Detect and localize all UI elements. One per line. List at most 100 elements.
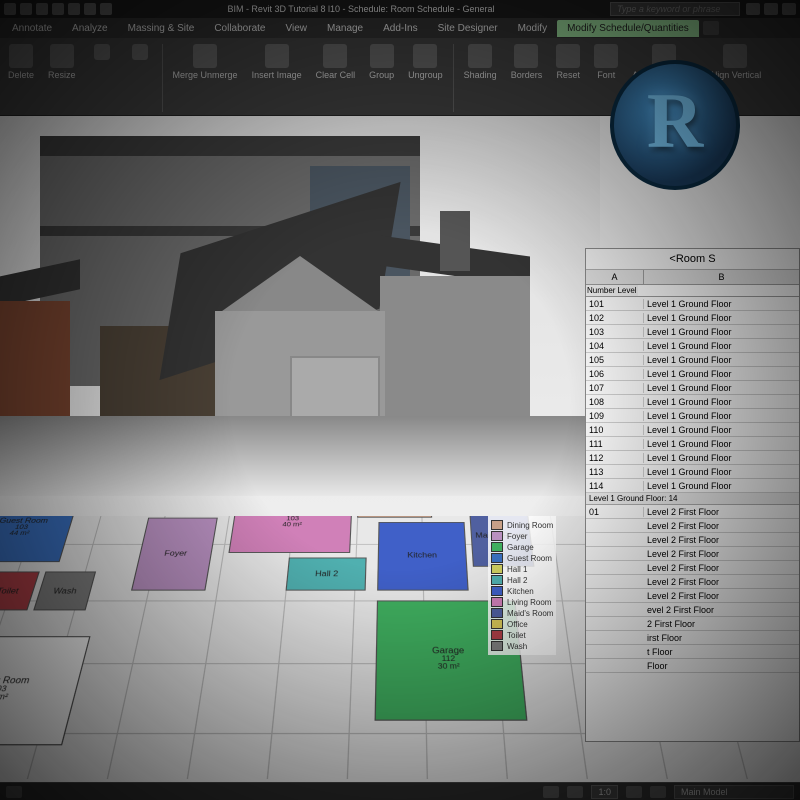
legend-item: Foyer	[491, 531, 553, 541]
insert-image-button[interactable]: Insert Image	[246, 42, 308, 82]
schedule-rows: 101Level 1 Ground Floor102Level 1 Ground…	[586, 297, 799, 673]
legend-item: Maid's Room	[491, 608, 553, 618]
search-input[interactable]	[610, 2, 740, 16]
font-icon	[594, 44, 618, 68]
schedule-row[interactable]: 102Level 1 Ground Floor	[586, 311, 799, 325]
delete-button[interactable]: Delete	[2, 42, 40, 82]
qat-icon[interactable]	[20, 3, 32, 15]
tab-analyze[interactable]: Analyze	[62, 20, 118, 37]
clear-cell-button[interactable]: Clear Cell	[310, 42, 362, 82]
schedule-row[interactable]: 108Level 1 Ground Floor	[586, 395, 799, 409]
model-icon[interactable]	[650, 786, 666, 798]
legend-item: Dining Room	[491, 520, 553, 530]
schedule-row[interactable]: 109Level 1 Ground Floor	[586, 409, 799, 423]
schedule-row[interactable]: Level 2 First Floor	[586, 561, 799, 575]
viewport[interactable]: Guest Room10344 m²OfficeToiletWashFoyerL…	[0, 116, 800, 782]
schedule-row[interactable]: 106Level 1 Ground Floor	[586, 367, 799, 381]
unhide-icon	[132, 44, 148, 60]
ribbon-separator	[453, 44, 454, 112]
tab-modify-schedule[interactable]: Modify Schedule/Quantities	[557, 20, 699, 37]
schedule-row[interactable]: 111Level 1 Ground Floor	[586, 437, 799, 451]
editable-only-icon[interactable]	[567, 786, 583, 798]
schedule-row[interactable]: 01Level 2 First Floor	[586, 505, 799, 519]
schedule-header: Number Level	[586, 285, 799, 297]
schedule-row[interactable]: evel 2 First Floor	[586, 603, 799, 617]
merge-unmerge-button[interactable]: Merge Unmerge	[167, 42, 244, 82]
schedule-row[interactable]: 103Level 1 Ground Floor	[586, 325, 799, 339]
legend-item: Living Room	[491, 597, 553, 607]
title-bar: BIM - Revit 3D Tutorial 8 l10 - Schedule…	[0, 0, 800, 18]
qat-icon[interactable]	[36, 3, 48, 15]
tab-overflow-icon[interactable]	[703, 21, 719, 35]
title-right-icons	[746, 3, 796, 15]
ribbon-tabs: Annotate Analyze Massing & Site Collabor…	[0, 18, 800, 38]
worksets-icon[interactable]	[543, 786, 559, 798]
qat-icon[interactable]	[68, 3, 80, 15]
quick-access-toolbar	[4, 3, 112, 15]
tab-view[interactable]: View	[275, 20, 317, 37]
hide-button[interactable]	[84, 42, 120, 62]
shading-icon	[468, 44, 492, 68]
schedule-row[interactable]: Level 2 First Floor	[586, 575, 799, 589]
schedule-row[interactable]: Level 2 First Floor	[586, 547, 799, 561]
reset-button[interactable]: Reset	[550, 42, 586, 82]
room-wash[interactable]: Wash	[33, 571, 96, 610]
tab-collaborate[interactable]: Collaborate	[204, 20, 275, 37]
signin-icon[interactable]	[764, 3, 778, 15]
legend-item: Garage	[491, 542, 553, 552]
room-hall-2[interactable]: Hall 2	[286, 558, 367, 591]
room-kitchen[interactable]: Kitchen	[377, 522, 469, 591]
schedule-row[interactable]: t Floor	[586, 645, 799, 659]
schedule-row[interactable]: 114Level 1 Ground Floor	[586, 479, 799, 493]
schedule-header-letters: A B	[586, 270, 799, 285]
infocenter-icon[interactable]	[746, 3, 760, 15]
schedule-row[interactable]: 104Level 1 Ground Floor	[586, 339, 799, 353]
schedule-row[interactable]: 2 First Floor	[586, 617, 799, 631]
tab-addins[interactable]: Add-Ins	[373, 20, 427, 37]
qat-icon[interactable]	[52, 3, 64, 15]
schedule-row[interactable]: Floor	[586, 659, 799, 673]
reset-icon	[556, 44, 580, 68]
legend-item: Hall 2	[491, 575, 553, 585]
legend-item: Kitchen	[491, 586, 553, 596]
scale-field[interactable]: 1:0	[591, 785, 618, 799]
help-icon[interactable]	[782, 3, 796, 15]
tab-manage[interactable]: Manage	[317, 20, 373, 37]
tab-massing-site[interactable]: Massing & Site	[118, 20, 205, 37]
group-button[interactable]: Group	[363, 42, 400, 82]
schedule-panel[interactable]: <Room S A B Number Level 101Level 1 Grou…	[585, 248, 800, 742]
clear-icon	[323, 44, 347, 68]
schedule-row[interactable]: Level 2 First Floor	[586, 533, 799, 547]
align-v-icon	[723, 44, 747, 68]
schedule-row[interactable]: 105Level 1 Ground Floor	[586, 353, 799, 367]
filter-icon[interactable]	[626, 786, 642, 798]
col-a-letter[interactable]: A	[586, 270, 644, 284]
schedule-row[interactable]: 113Level 1 Ground Floor	[586, 465, 799, 479]
status-icon[interactable]	[6, 786, 22, 798]
schedule-row[interactable]: 112Level 1 Ground Floor	[586, 451, 799, 465]
font-button[interactable]: Font	[588, 42, 624, 82]
tab-modify[interactable]: Modify	[508, 20, 557, 37]
schedule-row[interactable]: Level 2 First Floor	[586, 519, 799, 533]
tab-annotate[interactable]: Annotate	[2, 20, 62, 37]
qat-icon[interactable]	[100, 3, 112, 15]
schedule-row[interactable]: 110Level 1 Ground Floor	[586, 423, 799, 437]
qat-icon[interactable]	[84, 3, 96, 15]
main-model-field[interactable]: Main Model	[674, 785, 794, 799]
unhide-button[interactable]	[122, 42, 158, 62]
ungroup-icon	[413, 44, 437, 68]
borders-button[interactable]: Borders	[505, 42, 549, 82]
resize-button[interactable]: Resize	[42, 42, 82, 82]
col-b-letter[interactable]: B	[644, 270, 799, 284]
schedule-row[interactable]: 107Level 1 Ground Floor	[586, 381, 799, 395]
col-number-header[interactable]: Number	[586, 285, 616, 296]
schedule-row[interactable]: irst Floor	[586, 631, 799, 645]
schedule-row[interactable]: 101Level 1 Ground Floor	[586, 297, 799, 311]
col-level-header[interactable]: Level	[616, 285, 637, 296]
qat-icon[interactable]	[4, 3, 16, 15]
tab-site-designer[interactable]: Site Designer	[428, 20, 508, 37]
schedule-row[interactable]: Level 2 First Floor	[586, 589, 799, 603]
revit-logo: R	[610, 60, 740, 190]
ungroup-button[interactable]: Ungroup	[402, 42, 449, 82]
shading-button[interactable]: Shading	[458, 42, 503, 82]
